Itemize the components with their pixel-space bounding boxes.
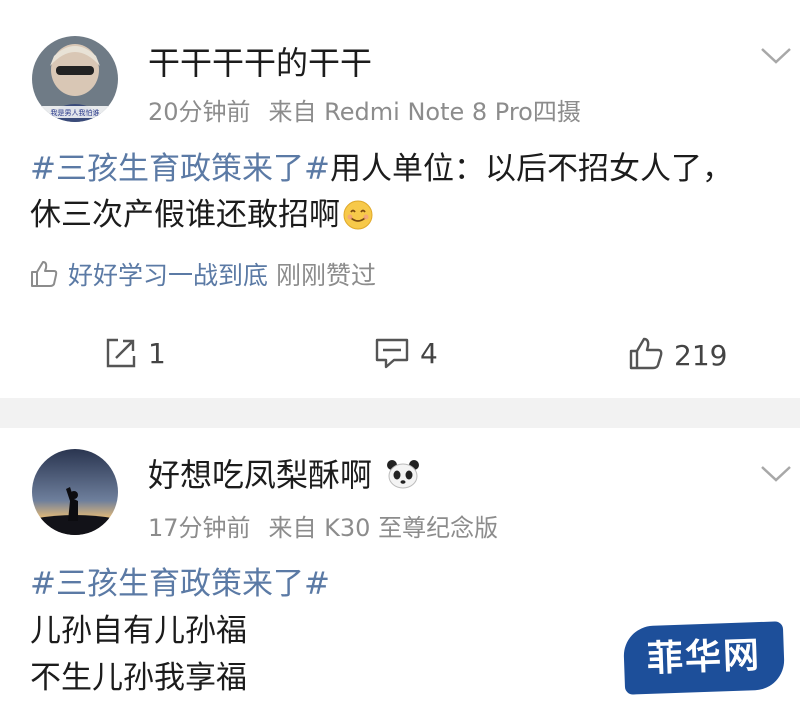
weibo-post: 我是男人我怕谁 干干干干的干干 20分钟前 来自 Redmi Note 8 Pro… — [0, 0, 800, 398]
like-count: 219 — [674, 339, 728, 372]
comment-count: 4 — [420, 337, 438, 370]
share-icon — [106, 338, 136, 368]
smile-emoji-icon — [343, 200, 373, 230]
hashtag-link[interactable]: #三孩生育政策来了# — [30, 151, 330, 187]
username[interactable]: 干干干干的干干 — [148, 38, 372, 84]
comment-icon — [375, 338, 409, 369]
like-button[interactable]: 219 — [628, 336, 727, 380]
chevron-down-icon[interactable] — [759, 464, 793, 484]
chevron-down-icon[interactable] — [759, 46, 793, 66]
post-text-line1: 用人单位：以后不招女人了， — [329, 151, 733, 187]
hashtag-link[interactable]: #三孩生育政策来了# — [30, 566, 330, 602]
post-source: 来自 K30 至尊纪念版 — [268, 514, 499, 542]
like-icon — [629, 337, 663, 370]
post-divider — [0, 398, 800, 428]
post-content: #三孩生育政策来了#用人单位：以后不招女人了， 休三次产假谁还敢招啊 — [30, 146, 780, 238]
comment-button[interactable]: 4 — [374, 336, 438, 380]
username-text: 好想吃凤梨酥啊 — [148, 456, 373, 494]
liked-by-row[interactable]: 好好学习一战到底 刚刚赞过 — [28, 256, 376, 296]
avatar[interactable]: 我是男人我怕谁 — [32, 36, 118, 122]
post-meta: 20分钟前 来自 Redmi Note 8 Pro四摄 — [148, 92, 581, 127]
thumbs-up-icon — [31, 261, 58, 287]
post-time: 17分钟前 — [148, 514, 251, 542]
share-count: 1 — [148, 337, 166, 370]
panda-emoji-icon — [387, 460, 420, 489]
avatar-badge-text: 我是男人我怕谁 — [51, 108, 100, 117]
liker-name[interactable]: 好好学习一战到底 — [68, 261, 268, 290]
liker-suffix: 刚刚赞过 — [275, 261, 376, 290]
share-button[interactable]: 1 — [104, 336, 166, 380]
site-watermark: 菲华网 — [622, 621, 786, 695]
username[interactable]: 好想吃凤梨酥啊 — [148, 450, 420, 496]
post-time: 20分钟前 — [148, 98, 251, 126]
post-source: 来自 Redmi Note 8 Pro四摄 — [268, 98, 581, 126]
post-meta: 17分钟前 来自 K30 至尊纪念版 — [148, 508, 498, 543]
post-text-line2: 休三次产假谁还敢招啊 — [30, 197, 340, 233]
avatar[interactable] — [32, 449, 118, 535]
